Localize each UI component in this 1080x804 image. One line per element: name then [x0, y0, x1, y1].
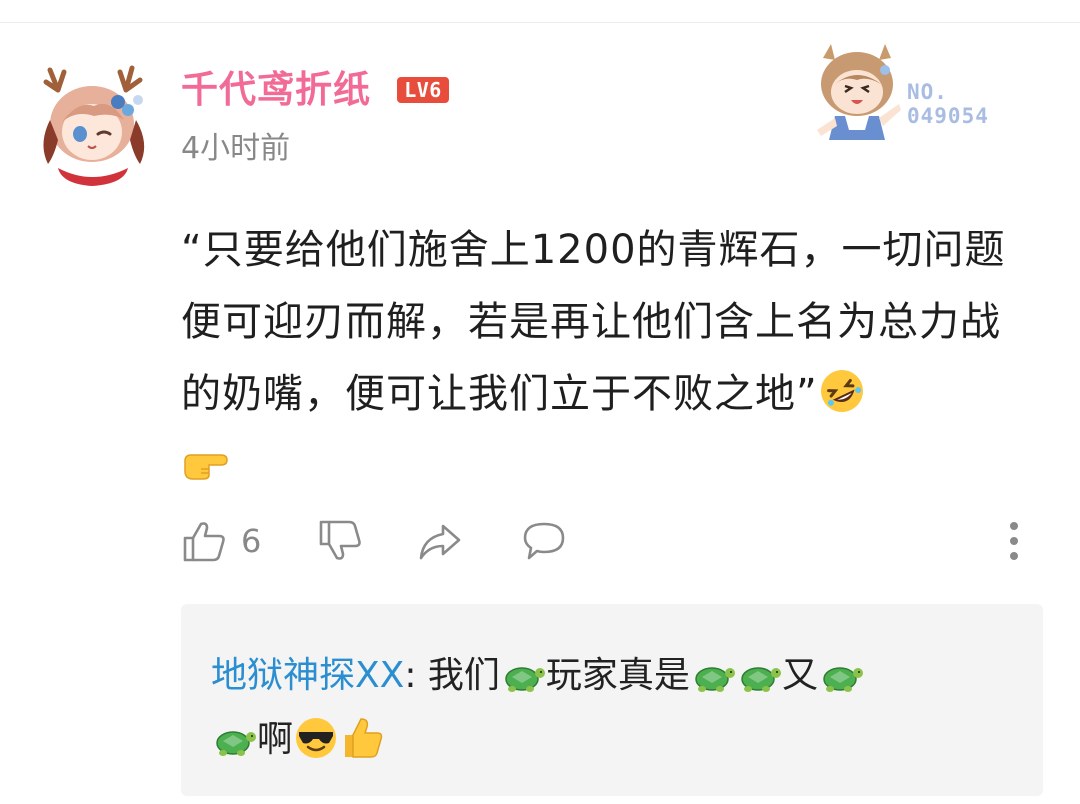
comment-text: “只要给他们施舍上1200的青辉石，一切问题便可迎刃而解，若是再让他们含上名为总… [181, 227, 1006, 417]
fan-badge-character-icon [817, 44, 901, 140]
comment-timestamp: 4小时前 [181, 131, 291, 166]
avatar-illustration [34, 65, 154, 188]
share-arrow-icon [419, 524, 461, 560]
fan-badge-line1: NO. [907, 80, 948, 104]
sunglasses-emoji [293, 715, 339, 761]
rolling-on-floor-laughing-emoji [818, 367, 866, 415]
dislike-button[interactable] [317, 513, 363, 569]
reply-content: 地狱神探XX: 我们 玩家真是 又 啊 [211, 644, 1011, 772]
comment-username[interactable]: 千代鸢折纸 [181, 66, 371, 114]
comment-bubble-icon [523, 522, 565, 560]
turtle-emoji [818, 651, 864, 697]
more-options-button[interactable] [999, 513, 1029, 569]
thumbs-down-icon [319, 520, 361, 560]
turtle-emoji [736, 651, 782, 697]
fan-badge-line2: 049054 [907, 104, 989, 128]
share-button[interactable] [417, 513, 463, 569]
reply-segment: 我们 [427, 655, 500, 696]
turtle-emoji [690, 651, 736, 697]
comment-body: “只要给他们施舍上1200的青辉石，一切问题便可迎刃而解，若是再让他们含上名为总… [181, 214, 1041, 502]
reply-segment: 啊 [257, 719, 294, 760]
turtle-emoji [211, 715, 257, 761]
like-button[interactable]: 6 [181, 513, 261, 569]
pointing-right-emoji [181, 439, 229, 487]
top-divider [0, 22, 1080, 23]
reply-preview-box[interactable]: 地狱神探XX: 我们 玩家真是 又 啊 [181, 604, 1043, 796]
reply-button[interactable] [521, 513, 567, 569]
reply-segment: 又 [781, 655, 818, 696]
reply-separator: : [404, 655, 428, 696]
user-avatar[interactable] [28, 60, 160, 192]
comment-action-bar: 6 [181, 513, 1041, 569]
thumbs-up-emoji [339, 715, 385, 761]
thumbs-up-icon [183, 522, 225, 562]
fan-badge-image[interactable] [805, 40, 910, 145]
turtle-emoji [500, 651, 546, 697]
reply-username[interactable]: 地狱神探XX [211, 655, 404, 696]
fan-badge-number: NO. 049054 [907, 80, 989, 128]
reply-segment: 玩家真是 [545, 655, 690, 696]
more-vertical-icon [1010, 522, 1018, 560]
level-badge: LV6 [397, 77, 449, 103]
like-count: 6 [241, 522, 262, 560]
